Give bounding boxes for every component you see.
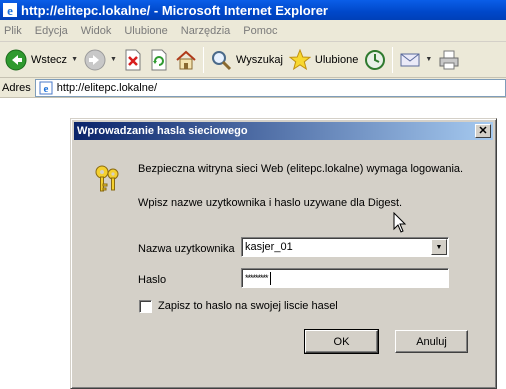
address-bar: Adres e http://elitepc.lokalne/ (0, 78, 506, 98)
toolbar-separator (202, 46, 204, 73)
history-icon (365, 49, 386, 70)
menu-item-ulubione[interactable]: Ulubione (124, 25, 167, 37)
password-label: Haslo (138, 274, 167, 286)
back-arrow-icon (5, 49, 27, 70)
back-button[interactable]: Wstecz ▼ (2, 45, 81, 75)
ok-button[interactable]: OK (304, 329, 379, 354)
address-label: Adres (2, 81, 31, 94)
chevron-down-icon: ▼ (435, 243, 443, 251)
print-icon (439, 50, 459, 69)
search-button[interactable]: Wyszukaj (207, 45, 286, 75)
toolbar: Wstecz ▼ ▼ Wyszukaj Ulubione ▼ (0, 42, 506, 78)
refresh-button[interactable] (146, 45, 172, 75)
stop-icon (125, 49, 141, 70)
mail-button[interactable]: ▼ (396, 45, 435, 75)
keys-icon (95, 165, 119, 192)
svg-text:e: e (43, 83, 48, 95)
window-titlebar: e http://elitepc.lokalne/ - Microsoft In… (0, 0, 506, 20)
dialog-titlebar: Wprowadzanie hasla sieciowego ✕ (74, 122, 493, 140)
forward-arrow-icon (84, 49, 106, 70)
history-button[interactable] (361, 45, 389, 75)
username-dropdown-button[interactable]: ▼ (431, 239, 447, 255)
menu-item-narzedzia[interactable]: Narzędzia (181, 25, 231, 37)
ie-logo-icon: e (3, 3, 17, 17)
forward-button[interactable]: ▼ (81, 45, 120, 75)
ok-label: OK (333, 335, 350, 348)
username-label: Nazwa uzytkownika (138, 243, 235, 255)
username-value[interactable]: kasjer_01 (245, 241, 431, 253)
svg-text:e: e (7, 3, 13, 17)
back-label: Wstecz (31, 53, 68, 66)
cancel-label: Anuluj (416, 335, 447, 348)
menu-bar: Plik Edycja Widok Ulubione Narzędzia Pom… (0, 20, 506, 42)
print-button[interactable] (435, 45, 463, 75)
cancel-button[interactable]: Anuluj (395, 330, 468, 353)
page-icon: e (39, 81, 53, 95)
save-password-checkbox[interactable] (139, 300, 152, 313)
password-value: ********* (245, 273, 269, 283)
mouse-pointer-icon (393, 212, 407, 233)
menu-item-widok[interactable]: Widok (81, 25, 112, 37)
save-password-label[interactable]: Zapisz to haslo na swojej liscie hasel (158, 300, 338, 312)
instruction-text: Wpisz nazwe uzytkownika i haslo uzywane … (138, 197, 403, 209)
dialog-close-button[interactable]: ✕ (475, 124, 491, 138)
stop-button[interactable] (120, 45, 146, 75)
toolbar-separator (392, 46, 394, 73)
address-input[interactable]: e http://elitepc.lokalne/ (34, 78, 506, 97)
username-combobox[interactable]: kasjer_01 ▼ (241, 237, 449, 257)
menu-item-plik[interactable]: Plik (4, 25, 22, 37)
back-dropdown-icon[interactable]: ▼ (71, 56, 78, 63)
dialog-title: Wprowadzanie hasla sieciowego (77, 125, 248, 137)
text-cursor (269, 271, 271, 285)
window-title: http://elitepc.lokalne/ - Microsoft Inte… (21, 2, 328, 18)
menu-item-edycja[interactable]: Edycja (35, 25, 68, 37)
mail-icon (400, 53, 420, 66)
favorites-label: Ulubione (314, 53, 359, 66)
address-url: http://elitepc.lokalne/ (56, 81, 158, 94)
forward-dropdown-icon[interactable]: ▼ (110, 56, 117, 63)
refresh-icon (151, 49, 167, 70)
close-icon: ✕ (478, 124, 488, 137)
home-icon (176, 50, 196, 69)
menu-item-pomoc[interactable]: Pomoc (243, 25, 277, 37)
home-button[interactable] (172, 45, 200, 75)
star-icon (288, 48, 311, 70)
search-label: Wyszukaj (235, 53, 283, 66)
favorites-button[interactable]: Ulubione (286, 45, 361, 75)
password-field[interactable]: ********* (241, 268, 449, 288)
security-message: Bezpieczna witryna sieci Web (elitepc.lo… (138, 163, 464, 175)
mail-dropdown-icon[interactable]: ▼ (425, 56, 432, 63)
search-icon (211, 50, 231, 70)
login-dialog: Wprowadzanie hasla sieciowego ✕ Bezpiecz… (70, 118, 497, 389)
